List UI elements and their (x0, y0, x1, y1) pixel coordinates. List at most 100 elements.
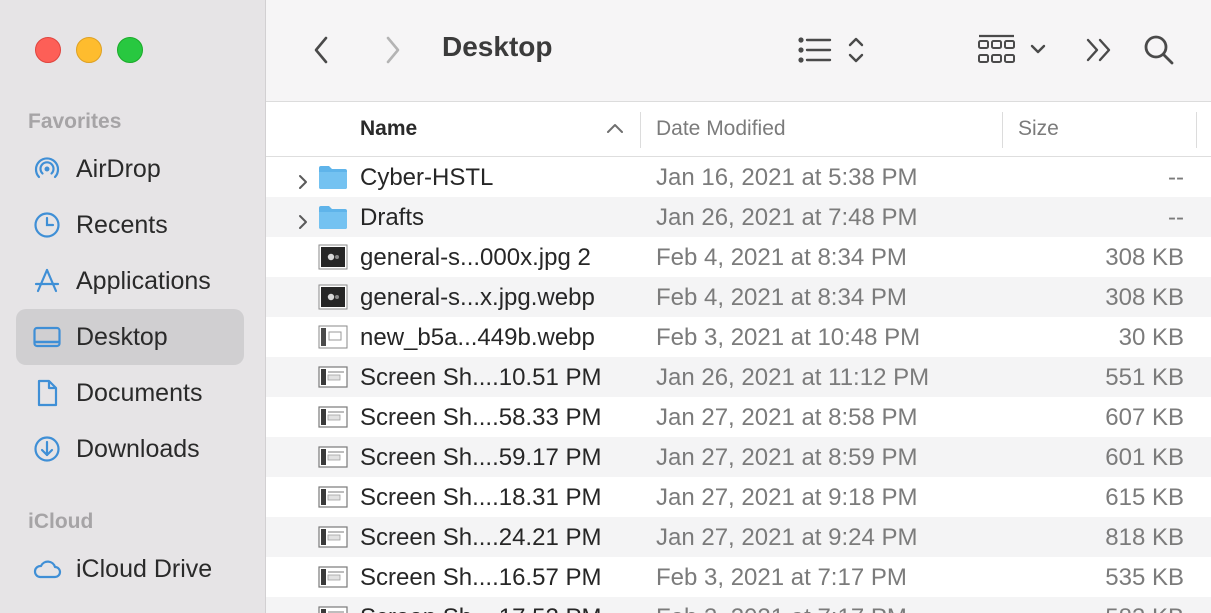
file-size: 30 KB (1118, 324, 1184, 351)
sidebar-item-label: Desktop (76, 322, 168, 351)
more-icon (1086, 38, 1111, 62)
group-button[interactable] (976, 33, 1048, 67)
column-size-header[interactable]: Size (1018, 117, 1059, 141)
sidebar-item-label: AirDrop (76, 154, 161, 183)
back-button[interactable] (306, 33, 336, 67)
sidebar-item-downloads[interactable]: Downloads (16, 421, 244, 477)
sidebar-item-label: Applications (76, 266, 211, 295)
sidebar-item-label: Documents (76, 378, 203, 407)
file-date-modified: Feb 3, 2021 at 7:17 PM (656, 604, 907, 613)
applications-icon (30, 264, 64, 298)
file-date-modified: Jan 27, 2021 at 9:24 PM (656, 524, 918, 551)
screenshot-file-icon (318, 443, 348, 471)
file-size: 583 KB (1105, 604, 1184, 613)
minimize-window-button[interactable] (76, 37, 102, 63)
toolbar: Desktop (266, 0, 1211, 102)
disclosure-triangle-icon[interactable] (296, 209, 310, 229)
folder-icon (318, 163, 348, 191)
file-date-modified: Jan 27, 2021 at 8:59 PM (656, 444, 918, 471)
file-name: Screen Sh....10.51 PM (360, 364, 602, 391)
window-title: Desktop (442, 31, 553, 62)
sidebar-item-label: Recents (76, 210, 168, 239)
column-date-header[interactable]: Date Modified (656, 117, 786, 141)
file-name: Drafts (360, 204, 425, 231)
sidebar-item-label: iCloud Drive (76, 554, 213, 583)
more-button[interactable] (1084, 33, 1114, 67)
sidebar: Favorites AirDrop Recents Applications D… (0, 0, 266, 613)
sidebar-item-recents[interactable]: Recents (16, 197, 244, 253)
file-row[interactable]: Screen Sh....18.31 PM Jan 27, 2021 at 9:1… (266, 477, 1211, 517)
file-date-modified: Jan 16, 2021 at 5:38 PM (656, 164, 918, 191)
group-icon (978, 34, 1046, 63)
sidebar-item-icloud-drive[interactable]: iCloud Drive (16, 541, 244, 597)
download-icon (30, 432, 64, 466)
file-row[interactable]: Drafts Jan 26, 2021 at 7:48 PM -- (266, 197, 1211, 237)
file-name: Cyber-HSTL (360, 164, 494, 191)
file-size: 551 KB (1105, 364, 1184, 391)
sidebar-item-airdrop[interactable]: AirDrop (16, 141, 244, 197)
column-name-header[interactable]: Name (360, 117, 417, 141)
cloud-icon (30, 552, 64, 586)
file-size: 615 KB (1105, 484, 1184, 511)
forward-button[interactable] (378, 33, 408, 67)
file-size: 818 KB (1105, 524, 1184, 551)
sidebar-item-applications[interactable]: Applications (16, 253, 244, 309)
file-date-modified: Jan 27, 2021 at 9:18 PM (656, 484, 918, 511)
screenshot-file-icon (318, 363, 348, 391)
file-row[interactable]: new_b5a...449b.webp Feb 3, 2021 at 10:48 … (266, 317, 1211, 357)
screenshot-file-icon (318, 603, 348, 613)
file-row[interactable]: Cyber-HSTL Jan 16, 2021 at 5:38 PM -- (266, 157, 1211, 197)
search-button[interactable] (1142, 33, 1176, 67)
screenshot-file-icon (318, 563, 348, 591)
file-date-modified: Feb 3, 2021 at 7:17 PM (656, 564, 907, 591)
list-view-icon (798, 37, 864, 63)
file-size: 601 KB (1105, 444, 1184, 471)
sort-ascending-icon (607, 124, 623, 133)
icloud-section-label: iCloud (28, 510, 94, 533)
file-size: -- (1168, 204, 1184, 231)
disclosure-triangle-icon[interactable] (296, 169, 310, 189)
file-name: new_b5a...449b.webp (360, 324, 595, 351)
file-row[interactable]: Screen Sh....17.52 PM Feb 3, 2021 at 7:17… (266, 597, 1211, 613)
file-size: -- (1168, 164, 1184, 191)
file-row[interactable]: Screen Sh....10.51 PM Jan 26, 2021 at 11:… (266, 357, 1211, 397)
file-date-modified: Jan 26, 2021 at 11:12 PM (656, 364, 930, 391)
file-row[interactable]: Screen Sh....59.17 PM Jan 27, 2021 at 8:5… (266, 437, 1211, 477)
file-row[interactable]: Screen Sh....16.57 PM Feb 3, 2021 at 7:17… (266, 557, 1211, 597)
search-icon (1144, 35, 1174, 65)
sidebar-item-documents[interactable]: Documents (16, 365, 244, 421)
folder-icon (318, 203, 348, 231)
image-file-icon (318, 243, 348, 271)
file-size: 535 KB (1105, 564, 1184, 591)
image-file-icon (318, 283, 348, 311)
sidebar-item-label: Downloads (76, 434, 200, 463)
column-separator[interactable] (1196, 112, 1197, 148)
file-name: Screen Sh....24.21 PM (360, 524, 602, 551)
file-row[interactable]: Screen Sh....24.21 PM Jan 27, 2021 at 9:2… (266, 517, 1211, 557)
column-separator[interactable] (1002, 112, 1003, 148)
file-row[interactable]: Screen Sh....58.33 PM Jan 27, 2021 at 8:5… (266, 397, 1211, 437)
clock-icon (30, 208, 64, 242)
file-date-modified: Feb 3, 2021 at 10:48 PM (656, 324, 921, 351)
file-name: Screen Sh....16.57 PM (360, 564, 602, 591)
close-window-button[interactable] (35, 37, 61, 63)
zoom-window-button[interactable] (117, 37, 143, 63)
column-separator[interactable] (640, 112, 641, 148)
screenshot-file-icon (318, 483, 348, 511)
file-name: Screen Sh....17.52 PM (360, 604, 601, 613)
favorites-section-label: Favorites (28, 110, 122, 133)
file-size: 308 KB (1105, 284, 1184, 311)
file-row[interactable]: general-s...000x.jpg 2 Feb 4, 2021 at 8:3… (266, 237, 1211, 277)
file-name: Screen Sh....59.17 PM (360, 444, 602, 471)
file-name: Screen Sh....58.33 PM (360, 404, 602, 431)
column-header: Name Date Modified Size (266, 102, 1211, 157)
file-list: Cyber-HSTL Jan 16, 2021 at 5:38 PM -- Draft… (266, 157, 1211, 613)
view-options-button[interactable] (796, 33, 868, 67)
file-name: general-s...000x.jpg 2 (360, 244, 591, 271)
sidebar-item-desktop[interactable]: Desktop (16, 309, 244, 365)
file-date-modified: Jan 27, 2021 at 8:58 PM (656, 404, 918, 431)
file-size: 308 KB (1105, 244, 1184, 271)
file-row[interactable]: general-s...x.jpg.webp Feb 4, 2021 at 8:3… (266, 277, 1211, 317)
file-size: 607 KB (1105, 404, 1184, 431)
file-name: general-s...x.jpg.webp (360, 284, 595, 311)
